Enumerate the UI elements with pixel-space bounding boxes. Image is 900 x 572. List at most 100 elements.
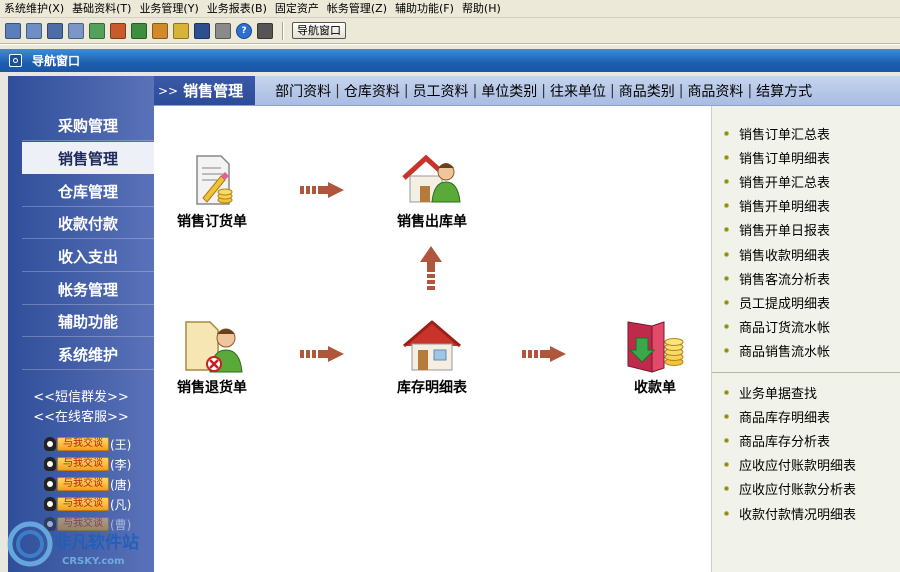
inventory-detail-label: 库存明细表 <box>397 380 467 396</box>
report-link[interactable]: 商品库存分析表 <box>712 428 900 452</box>
report-label: 销售开单汇总表 <box>739 175 831 191</box>
menu-help[interactable]: 帮助(H) <box>458 0 505 17</box>
tool-icon[interactable] <box>152 22 168 39</box>
link-departments[interactable]: 部门资料 <box>275 81 331 101</box>
sidebar-item-sales[interactable]: 销售管理 <box>22 142 154 174</box>
report-link[interactable]: 业务单据查找 <box>712 380 900 404</box>
window-icon[interactable] <box>68 22 84 39</box>
qq-contact[interactable]: 与我交谈 (李) <box>44 454 154 474</box>
report-divider <box>712 372 900 373</box>
window-icon[interactable] <box>89 22 105 39</box>
online-service-link[interactable]: <<在线客服>> <box>8 408 154 428</box>
qq-contact[interactable]: 与我交谈 (凡) <box>44 494 154 514</box>
help-icon[interactable]: ? <box>236 22 252 39</box>
qq-chat-button[interactable]: 与我交谈 <box>57 437 109 451</box>
link-unit-categories[interactable]: 单位类别 <box>481 81 537 101</box>
window-icon[interactable] <box>5 22 21 39</box>
report-link[interactable]: 员工提成明细表 <box>712 290 900 314</box>
link-employees[interactable]: 员工资料 <box>413 81 469 101</box>
bullet-icon <box>724 130 729 136</box>
qq-contact[interactable]: 与我交谈 (王) <box>44 434 154 454</box>
report-link[interactable]: 应收应付账款分析表 <box>712 477 900 501</box>
menu-accounts[interactable]: 帐务管理(Z) <box>323 0 391 17</box>
report-label: 商品销售流水帐 <box>739 345 831 361</box>
exit-icon[interactable] <box>257 22 273 39</box>
menu-fixed-assets[interactable]: 固定资产 <box>271 0 323 17</box>
report-label: 应收应付账款分析表 <box>739 483 857 499</box>
receipt-node[interactable]: 收款单 <box>612 316 698 397</box>
chart-icon[interactable] <box>110 22 126 39</box>
report-link[interactable]: 销售收款明细表 <box>712 242 900 266</box>
link-trading-partners[interactable]: 往来单位 <box>550 81 606 101</box>
sidebar-item-label: 销售管理 <box>57 149 118 168</box>
toolbar: ? 导航窗口 <box>0 18 900 44</box>
sales-return-label: 销售退货单 <box>177 380 247 396</box>
bullet-icon <box>724 178 729 184</box>
sidebar-item-accounts[interactable]: 帐务管理 <box>22 273 154 305</box>
menu-basic-data[interactable]: 基础资料(T) <box>68 0 135 17</box>
bullet-icon <box>724 324 729 330</box>
qq-contact-name: (王) <box>110 437 132 452</box>
menu-business[interactable]: 业务管理(Y) <box>135 0 202 17</box>
bullet-icon <box>724 251 729 257</box>
link-warehouses[interactable]: 仓库资料 <box>344 81 400 101</box>
main-frame: 采购管理 销售管理 仓库管理 收款付款 收入支出 帐务管理 辅助功能 系统维护 … <box>0 72 900 572</box>
qq-contact-name: (凡) <box>110 497 132 512</box>
qq-chat-button[interactable]: 与我交谈 <box>57 477 109 491</box>
report-panel: 销售订单汇总表 销售订单明细表 销售开单汇总表 销售开单明细表 销售开单日报表 … <box>711 106 900 572</box>
toolbar-separator <box>282 21 284 40</box>
flow-arrow-up-icon <box>420 246 442 290</box>
report-label: 销售订单明细表 <box>739 151 831 167</box>
sidebar-item-payments[interactable]: 收款付款 <box>22 207 154 239</box>
network-icon[interactable] <box>131 22 147 39</box>
report-link[interactable]: 商品销售流水帐 <box>712 339 900 363</box>
folder-icon[interactable] <box>173 22 189 39</box>
sms-link[interactable]: <<短信群发>> <box>8 388 154 408</box>
link-product-categories[interactable]: 商品类别 <box>619 81 675 101</box>
sidebar-item-purchase[interactable]: 采购管理 <box>22 109 154 141</box>
menu-system[interactable]: 系统维护(X) <box>0 0 68 17</box>
sidebar-item-auxiliary[interactable]: 辅助功能 <box>22 305 154 337</box>
sales-order-node[interactable]: 销售订货单 <box>164 154 260 231</box>
link-products[interactable]: 商品资料 <box>687 81 743 101</box>
report-link[interactable]: 销售开单汇总表 <box>712 169 900 193</box>
report-label: 销售订单汇总表 <box>739 127 831 143</box>
order-document-icon <box>196 155 233 205</box>
nav-window-button[interactable]: 导航窗口 <box>292 22 346 39</box>
report-link[interactable]: 销售客流分析表 <box>712 266 900 290</box>
report-link[interactable]: 销售开单明细表 <box>712 194 900 218</box>
window-icon[interactable] <box>47 22 63 39</box>
window-titlebar: 导航窗口 <box>0 49 900 72</box>
qq-contact[interactable]: 与我交谈 (唐) <box>44 474 154 494</box>
flow-arrow-right-icon <box>522 346 566 362</box>
menu-bar: 系统维护(X) 基础资料(T) 业务管理(Y) 业务报表(B) 固定资产 帐务管… <box>0 0 900 18</box>
report-link[interactable]: 商品订货流水帐 <box>712 315 900 339</box>
report-label: 商品库存明细表 <box>739 410 831 426</box>
report-label: 应收应付账款明细表 <box>739 459 857 475</box>
report-link[interactable]: 应收应付账款明细表 <box>712 453 900 477</box>
report-link[interactable]: 销售订单明细表 <box>712 145 900 169</box>
report-link[interactable]: 销售开单日报表 <box>712 218 900 242</box>
qq-chat-button[interactable]: 与我交谈 <box>57 497 109 511</box>
link-settlement-methods[interactable]: 结算方式 <box>756 81 812 101</box>
sales-return-node[interactable]: 销售退货单 <box>164 318 260 397</box>
bullet-icon <box>724 275 729 281</box>
report-link[interactable]: 商品库存明细表 <box>712 404 900 428</box>
menu-reports[interactable]: 业务报表(B) <box>203 0 271 17</box>
bullet-icon <box>724 227 729 233</box>
watermark-text: 非凡软件站 <box>54 532 139 553</box>
window-icon[interactable] <box>26 22 42 39</box>
inventory-detail-node[interactable]: 库存明细表 <box>382 316 482 397</box>
save-icon[interactable] <box>194 22 210 39</box>
sales-outbound-node[interactable]: 销售出库单 <box>382 150 482 231</box>
sidebar-item-label: 帐务管理 <box>57 280 118 299</box>
report-link[interactable]: 收款付款情况明细表 <box>712 501 900 525</box>
sidebar-item-income-expense[interactable]: 收入支出 <box>22 240 154 272</box>
return-document-icon <box>185 321 243 373</box>
qq-chat-button[interactable]: 与我交谈 <box>57 457 109 471</box>
menu-auxiliary[interactable]: 辅助功能(F) <box>391 0 458 17</box>
sidebar-item-warehouse[interactable]: 仓库管理 <box>22 175 154 207</box>
report-link[interactable]: 销售订单汇总表 <box>712 121 900 145</box>
print-icon[interactable] <box>215 22 231 39</box>
sidebar-item-system[interactable]: 系统维护 <box>22 338 154 370</box>
